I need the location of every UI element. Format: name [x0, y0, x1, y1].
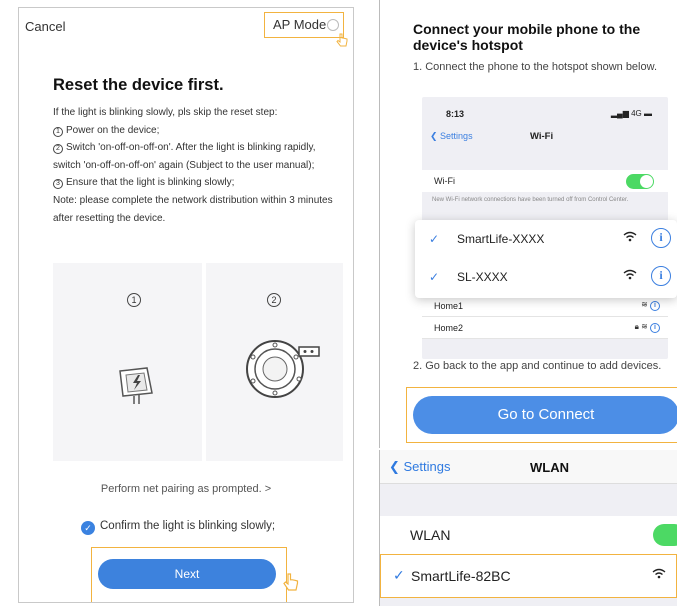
instruction-intro: If the light is blinking slowly, pls ski… — [53, 107, 278, 118]
network-list: Home1 ≋ i Home2 🔒︎ ≋ i — [422, 295, 668, 339]
info-icon: i — [650, 323, 660, 333]
light-fixture-icon — [246, 340, 320, 398]
connect-highlight: Go to Connect — [406, 387, 677, 443]
reset-instructions: If the light is blinking slowly, pls ski… — [53, 104, 345, 227]
smartlife-network-row[interactable]: ✓ SmartLife-82BC — [380, 554, 677, 598]
next-button[interactable]: Next — [98, 559, 276, 589]
check-icon: ✓ — [429, 270, 440, 284]
wlan-label: WLAN — [410, 527, 451, 543]
wifi-icon: ≋ — [641, 300, 650, 309]
check-icon: ✓ — [429, 232, 440, 246]
instruction-note: Note: please complete the network distri… — [53, 194, 333, 224]
net-pairing-link[interactable]: Perform net pairing as prompted. > — [19, 483, 353, 495]
status-bar: ▂▄▆ 4G ▬ — [610, 109, 652, 118]
confirm-label: Confirm the light is blinking slowly; — [100, 520, 276, 532]
step-one-icon: 1 — [127, 293, 141, 307]
wifi-label: Wi-Fi — [434, 176, 455, 186]
reset-device-screen: Cancel AP Mode Reset the device first. I… — [18, 7, 354, 603]
step-number-icon: 2 — [53, 144, 63, 155]
info-icon[interactable]: i — [651, 228, 671, 248]
wifi-icon — [652, 568, 666, 582]
step-number-icon: 3 — [53, 179, 63, 190]
hotspot-list-card: ✓ SmartLife-XXXX i ✓ SL-XXXX i — [415, 220, 677, 298]
wlan-header: ❮ Settings WLAN — [380, 450, 677, 484]
hotspot-title: Connect your mobile phone to the device'… — [413, 21, 641, 53]
ap-mode-label: AP Mode — [273, 17, 327, 32]
power-plug-icon — [119, 367, 153, 404]
list-item: Home2 🔒︎ ≋ i — [422, 317, 668, 339]
instruction-step-3: 3 Ensure that the light is blinking slowl… — [53, 174, 345, 192]
wifi-note: New Wi-Fi network connections have been … — [432, 197, 629, 203]
top-bar: Cancel AP Mode — [19, 8, 353, 47]
next-highlight: Next — [91, 547, 299, 602]
status-time: 8:13 — [446, 109, 465, 119]
page-title: Reset the device first. — [53, 76, 224, 94]
signal-icon: ▂▄▆ — [610, 109, 632, 118]
settings-back-link: ❮ Settings — [430, 131, 473, 141]
check-icon: ✓ — [393, 567, 405, 583]
wifi-icon — [623, 269, 637, 283]
wlan-toggle[interactable] — [653, 524, 677, 546]
wifi-toggle-row: Wi-Fi — [422, 170, 668, 192]
info-icon[interactable]: i — [651, 266, 671, 286]
hotspot-step-1: 1. Connect the phone to the hotspot show… — [413, 61, 658, 73]
hotspot-item[interactable]: ✓ SL-XXXX i — [415, 258, 677, 296]
wlan-title: WLAN — [530, 460, 569, 475]
instruction-step-2: 2 Switch 'on-off-on-off-on'. After the li… — [53, 142, 316, 171]
hotspot-step-2: 2. Go back to the app and continue to ad… — [413, 360, 662, 372]
step-number-icon: 1 — [53, 126, 63, 137]
wlan-toggle-row: WLAN — [380, 516, 677, 554]
step-two-icon: 2 — [267, 293, 281, 307]
battery-icon: ▬ — [641, 109, 652, 118]
cancel-button[interactable]: Cancel — [25, 19, 65, 34]
check-icon: ✓ — [81, 521, 95, 535]
wifi-page-title: Wi-Fi — [530, 131, 554, 142]
chevron-left-icon: ❮ — [430, 131, 441, 141]
divider — [202, 263, 206, 461]
wifi-icon — [623, 231, 637, 245]
settings-back-button[interactable]: ❮ Settings — [389, 459, 451, 475]
tap-hand-icon — [283, 573, 299, 591]
wifi-toggle — [626, 174, 654, 189]
reset-illustration: 1 2 — [53, 263, 343, 461]
go-to-connect-button[interactable]: Go to Connect — [413, 396, 677, 434]
wifi-icon: ≋ — [641, 322, 650, 331]
instruction-step-1: 1 Power on the device; — [53, 122, 345, 140]
ap-mode-button[interactable]: AP Mode — [264, 12, 344, 38]
list-item: Home1 ≋ i — [422, 295, 668, 317]
network-name: SmartLife-82BC — [411, 568, 511, 584]
tap-hand-icon — [336, 33, 348, 47]
chevron-left-icon: ❮ — [389, 459, 404, 474]
info-icon: i — [650, 301, 660, 311]
confirm-checkbox[interactable]: ✓ Confirm the light is blinking slowly; — [81, 520, 275, 535]
hotspot-item[interactable]: ✓ SmartLife-XXXX i — [415, 220, 677, 258]
switch-mode-icon — [327, 19, 339, 31]
wlan-settings-screen: ❮ Settings WLAN WLAN ✓ SmartLife-82BC — [379, 450, 677, 606]
